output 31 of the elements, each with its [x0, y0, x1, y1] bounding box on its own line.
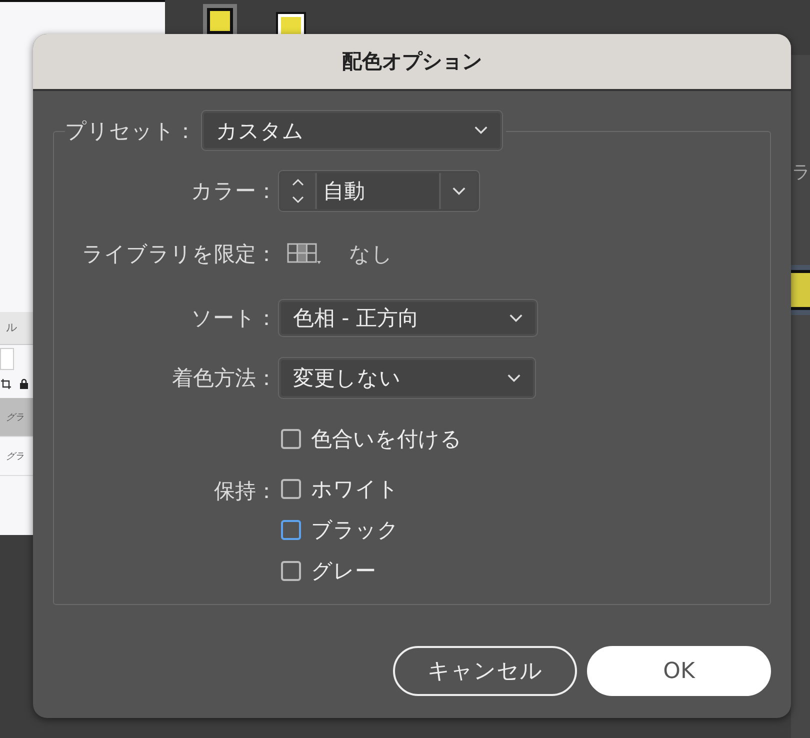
- field-label: 保持：: [213, 478, 278, 505]
- field-label: ソート：: [190, 305, 278, 332]
- chevron-down-icon: [474, 126, 488, 135]
- sort-dropdown[interactable]: 色相 - 正方向: [279, 300, 537, 336]
- crop-icon[interactable]: [0, 378, 12, 390]
- checkbox-option[interactable]: 色合いを付ける: [279, 418, 462, 459]
- preset-dropdown[interactable]: カスタム: [202, 111, 502, 150]
- field-label: ライブラリを限定：: [81, 241, 278, 268]
- lock-icon[interactable]: [18, 378, 30, 390]
- checkbox[interactable]: [281, 560, 301, 580]
- dialog-title: 配色オプション: [342, 48, 482, 75]
- preset-label: プリセット：: [65, 118, 196, 144]
- field-label: 着色方法：: [171, 365, 278, 392]
- checkbox-option[interactable]: グレー: [279, 550, 376, 591]
- checkbox[interactable]: [281, 428, 301, 448]
- ok-button[interactable]: OK: [587, 646, 771, 696]
- checkbox-option[interactable]: ブラック: [279, 509, 399, 550]
- chevron-down-icon: [509, 314, 523, 322]
- layer-name: グラ: [6, 450, 24, 462]
- field-label: カラー：: [190, 178, 278, 205]
- library-value: なし: [349, 241, 393, 268]
- checkbox[interactable]: [281, 520, 301, 540]
- panel-tab[interactable]: ル: [0, 312, 23, 343]
- checkbox[interactable]: [281, 478, 301, 498]
- coloring-dropdown[interactable]: 変更しない: [279, 358, 535, 398]
- cancel-button[interactable]: キャンセル: [393, 646, 577, 696]
- panel-label: ラ: [792, 161, 810, 184]
- chevron-down-icon: [507, 374, 521, 382]
- swatch-library-icon[interactable]: [287, 243, 321, 265]
- layer-name: グラ: [6, 412, 24, 424]
- checkbox-option[interactable]: ホワイト: [279, 468, 399, 509]
